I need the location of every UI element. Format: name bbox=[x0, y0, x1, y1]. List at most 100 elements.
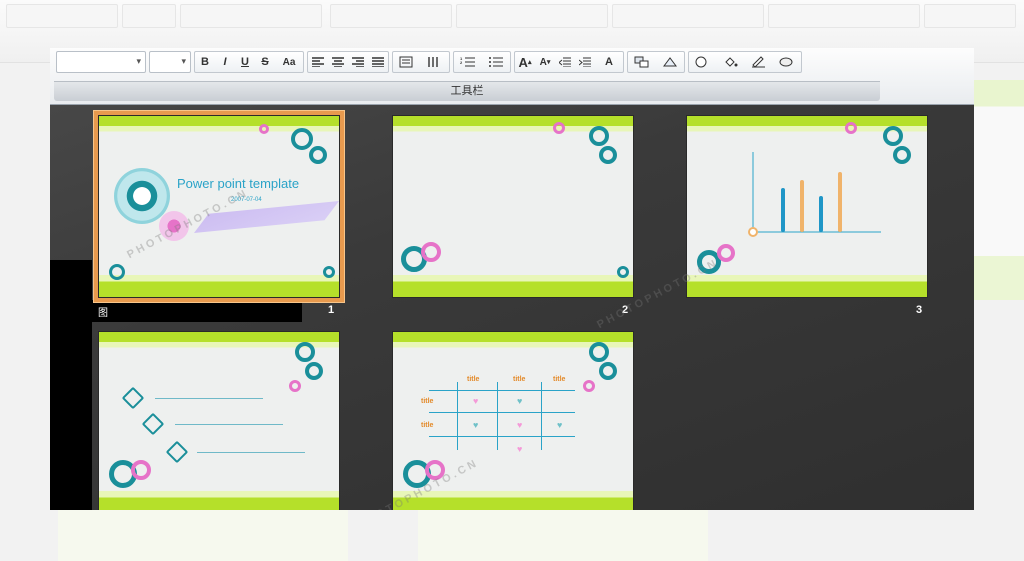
grow-font-button[interactable]: A ▴ bbox=[515, 52, 535, 72]
align-left-icon bbox=[312, 57, 324, 67]
chart-bar bbox=[800, 180, 804, 232]
shape-icon bbox=[695, 56, 707, 68]
circle-ornament bbox=[589, 342, 609, 362]
circle-ornament bbox=[323, 266, 335, 278]
align-right-icon bbox=[352, 57, 364, 67]
slide-title: Power point template bbox=[177, 176, 300, 191]
column-label: title bbox=[553, 376, 566, 383]
circle-ornament bbox=[583, 380, 595, 392]
circle-ornament bbox=[893, 146, 911, 164]
text-direction-icon bbox=[399, 56, 413, 68]
bar-chart bbox=[748, 152, 881, 237]
caret-down-icon: ▾ bbox=[546, 59, 551, 66]
line-color-button[interactable] bbox=[745, 52, 773, 72]
slide-thumbnail-2[interactable] bbox=[392, 115, 634, 298]
chart-bar bbox=[819, 196, 823, 232]
heart-icon: ♥ bbox=[557, 420, 563, 430]
justify-icon bbox=[372, 57, 384, 67]
paint-bucket-icon bbox=[725, 57, 738, 67]
toolbar-label: 工具栏 bbox=[54, 81, 880, 101]
ghost-group bbox=[456, 4, 608, 28]
row-label: title bbox=[421, 422, 434, 429]
align-right-button[interactable] bbox=[348, 52, 368, 72]
diamond-bullet bbox=[141, 412, 165, 436]
heart-icon: ♥ bbox=[517, 396, 523, 406]
font-color-button[interactable]: A bbox=[595, 52, 623, 72]
arrange-group bbox=[627, 51, 685, 73]
bold-button[interactable]: B bbox=[195, 52, 215, 72]
columns-icon bbox=[428, 57, 438, 67]
font-size-combo[interactable]: ▾ bbox=[149, 51, 191, 73]
increase-indent-icon bbox=[579, 57, 591, 67]
strikethrough-button[interactable]: S bbox=[255, 52, 275, 72]
pen-icon bbox=[752, 56, 765, 68]
bullet-list-button[interactable] bbox=[482, 52, 510, 72]
background-slide-ghost bbox=[972, 80, 1024, 300]
text-direction-button[interactable] bbox=[393, 52, 421, 72]
circle-ornament bbox=[131, 460, 151, 480]
list-group: 12 bbox=[453, 51, 511, 73]
align-center-icon bbox=[332, 57, 344, 67]
slide-bottom-band bbox=[99, 491, 339, 510]
circle-ornament bbox=[289, 380, 301, 392]
caret-up-icon: ▴ bbox=[527, 59, 532, 66]
grid-line bbox=[497, 382, 498, 450]
ghost-group bbox=[330, 4, 452, 28]
black-label-bar: 图 bbox=[92, 300, 302, 322]
slide-number-3: 3 bbox=[916, 304, 923, 316]
shrink-font-button[interactable]: A ▾ bbox=[535, 52, 555, 72]
bullet-list-icon bbox=[489, 57, 503, 67]
justify-button[interactable] bbox=[368, 52, 388, 72]
shape-effects-icon bbox=[779, 57, 793, 67]
arrange-button[interactable] bbox=[628, 52, 656, 72]
arrange-icon bbox=[634, 56, 649, 68]
numbered-list-icon: 12 bbox=[460, 56, 475, 67]
align-center-button[interactable] bbox=[328, 52, 348, 72]
text-line bbox=[175, 424, 283, 425]
underline-button[interactable]: U bbox=[235, 52, 255, 72]
black-bar-text: 图 bbox=[98, 308, 108, 319]
column-label: title bbox=[513, 376, 526, 383]
circle-ornament bbox=[599, 146, 617, 164]
ghost-combo bbox=[122, 4, 176, 28]
alignment-group bbox=[307, 51, 389, 73]
font-size-group: A ▴ A ▾ A bbox=[514, 51, 624, 73]
left-black-panel bbox=[50, 260, 92, 510]
decrease-indent-button[interactable] bbox=[555, 52, 575, 72]
circle-ornament bbox=[421, 242, 441, 262]
shape-format-group bbox=[688, 51, 802, 73]
change-case-button[interactable]: Aa bbox=[275, 52, 303, 72]
numbered-list-button[interactable]: 12 bbox=[454, 52, 482, 72]
circle-ornament bbox=[259, 124, 269, 134]
grid-line bbox=[429, 436, 575, 437]
fill-color-button[interactable] bbox=[717, 52, 745, 72]
grid-line bbox=[429, 412, 575, 413]
circle-ornament bbox=[717, 244, 735, 262]
circle-ornament bbox=[599, 362, 617, 380]
circle-ornament bbox=[309, 146, 327, 164]
increase-indent-button[interactable] bbox=[575, 52, 595, 72]
font-name-combo[interactable]: ▾ bbox=[56, 51, 146, 73]
column-label: title bbox=[467, 376, 480, 383]
heart-icon: ♥ bbox=[517, 420, 523, 430]
shape-button[interactable] bbox=[689, 52, 717, 72]
ghost-group bbox=[180, 4, 322, 28]
italic-button[interactable]: I bbox=[215, 52, 235, 72]
slide-bottom-band bbox=[393, 275, 633, 297]
slide-thumbnail-3[interactable] bbox=[686, 115, 928, 298]
columns-button[interactable] bbox=[421, 52, 449, 72]
circle-ornament bbox=[589, 126, 609, 146]
ghost-group bbox=[612, 4, 764, 28]
align-left-button[interactable] bbox=[308, 52, 328, 72]
shape-effects-button[interactable] bbox=[773, 52, 801, 72]
chart-bar bbox=[838, 172, 842, 232]
slide-thumbnail-4[interactable] bbox=[98, 331, 340, 510]
circle-ornament bbox=[553, 122, 565, 134]
circle-ornament bbox=[305, 362, 323, 380]
chart-bar bbox=[781, 188, 785, 232]
quick-styles-button[interactable] bbox=[656, 52, 684, 72]
chevron-down-icon: ▾ bbox=[181, 56, 186, 66]
chart-origin-dot bbox=[748, 227, 758, 237]
grid-line bbox=[541, 382, 542, 450]
decrease-indent-icon bbox=[559, 57, 571, 67]
